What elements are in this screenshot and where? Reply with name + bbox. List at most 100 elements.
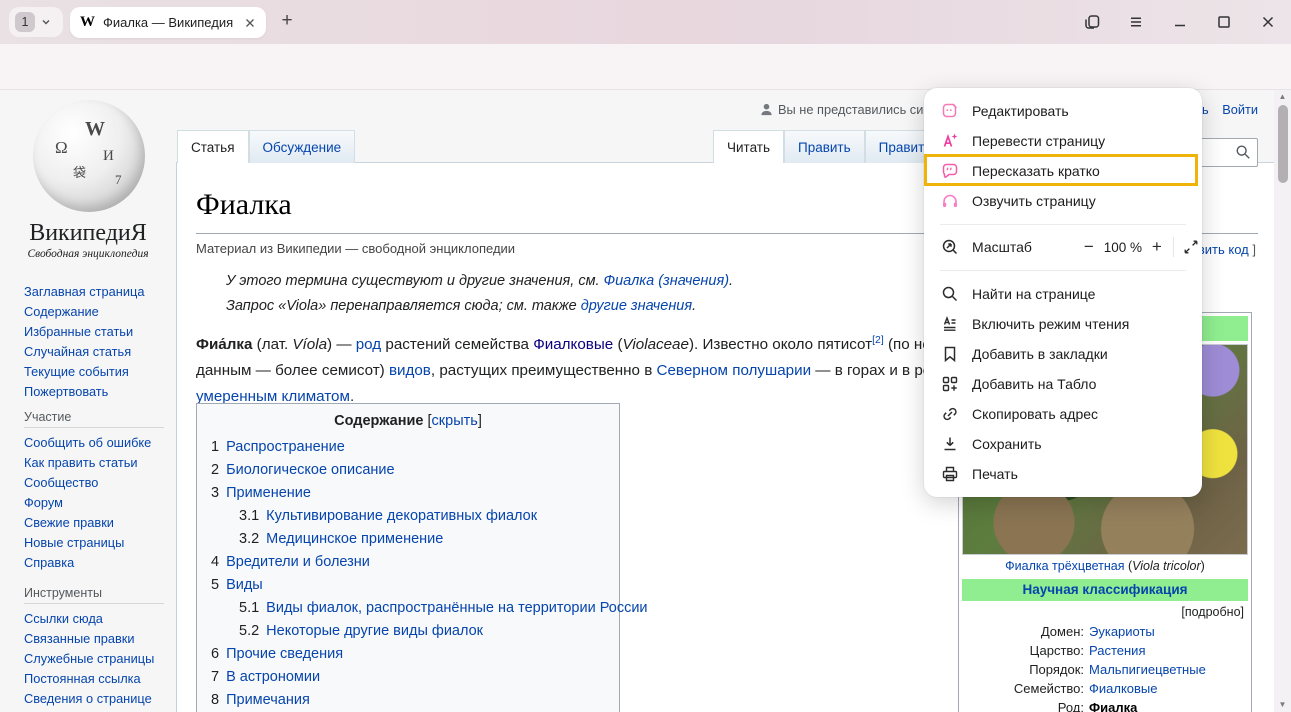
wikipedia-globe-logo[interactable]: W Ω И 袋 7 — [33, 100, 145, 212]
menu-item-reader-mode[interactable]: Включить режим чтения — [924, 309, 1202, 339]
toc-entry[interactable]: 5.1Виды фиалок, распространённые на терр… — [211, 597, 605, 620]
toc-header[interactable]: Содержание [скрыть] — [211, 413, 605, 429]
menu-item-add-bookmark[interactable]: Добавить в закладки — [924, 339, 1202, 369]
wikipedia-tagline: Свободная энциклопедия — [0, 248, 176, 260]
tab-count-badge: 1 — [15, 12, 35, 32]
toc-entry[interactable]: 3.1Культивирование декоративных фиалок — [211, 505, 605, 528]
menu-item-read-aloud[interactable]: Озвучить страницу — [924, 186, 1202, 216]
sidebar-link[interactable]: Новые страницы — [24, 533, 174, 553]
browser-tab[interactable]: W Фиалка — Википедия — [70, 7, 266, 38]
classification-rows: Домен:ЭукариотыЦарство:РастенияПорядок:М… — [962, 622, 1248, 712]
sidebar-link[interactable]: Служебные страницы — [24, 649, 174, 669]
sidebar-link[interactable]: Сообщить об ошибке — [24, 433, 174, 453]
sidebar-link[interactable]: Свежие правки — [24, 513, 174, 533]
reader-mode-icon — [941, 315, 959, 333]
classification-row: Царство:Растения — [962, 641, 1248, 660]
fullscreen-icon[interactable] — [1183, 239, 1199, 255]
tableau-grid-icon — [941, 375, 959, 393]
printer-icon — [941, 465, 959, 483]
toolbar: Я ru.wikipedia.org Фиалка — Википедия пе… — [0, 44, 1291, 90]
edit-page-icon — [941, 102, 959, 120]
toc-entry[interactable]: 2Биологическое описание — [211, 459, 605, 482]
sidebar-link[interactable]: Случайная статья — [24, 342, 174, 362]
new-tab-button[interactable]: + — [276, 11, 298, 33]
scrollbar-thumb[interactable] — [1278, 105, 1288, 183]
sidebar-link[interactable]: Сообщество — [24, 473, 174, 493]
tab-title: Фиалка — Википедия — [103, 15, 236, 30]
toc-entry[interactable]: 1Распространение — [211, 436, 605, 459]
menu-item-print[interactable]: Печать — [924, 459, 1202, 489]
toc-list: 1Распространение2Биологическое описание3… — [211, 436, 605, 712]
tab-article[interactable]: Статья — [177, 130, 249, 163]
toc-entry[interactable]: 5.2Некоторые другие виды фиалок — [211, 620, 605, 643]
minimize-icon[interactable] — [1171, 13, 1189, 31]
tab-close-icon[interactable] — [244, 17, 256, 29]
classification-row: Род:Фиалка — [962, 698, 1248, 712]
toc-entry[interactable]: 7В астрономии — [211, 666, 605, 689]
sidebar-section-tools: Инструменты Ссылки сюдаСвязанные правкиС… — [24, 586, 174, 709]
sidebar-link[interactable]: Справка — [24, 553, 174, 573]
menu-item-save[interactable]: Сохранить — [924, 429, 1202, 459]
toc-entry[interactable]: 3.2Медицинское применение — [211, 528, 605, 551]
hatnote-redirect: Запрос «Viola» перенаправляется сюда; см… — [226, 298, 696, 314]
translate-icon — [941, 132, 959, 150]
user-icon — [760, 103, 773, 116]
menu-item-translate[interactable]: Перевести страницу — [924, 126, 1202, 156]
sidebar-link[interactable]: Постоянная ссылка — [24, 669, 174, 689]
classification-header: Научная классификация — [962, 579, 1248, 601]
toc-entry[interactable]: 6Прочие сведения — [211, 643, 605, 666]
browser-window: 1 W Фиалка — Википедия + Я ru.wikipedia.… — [0, 0, 1291, 712]
close-icon[interactable] — [1259, 13, 1277, 31]
article-subtitle: Материал из Википедии — свободной энцикл… — [196, 241, 515, 256]
zoom-label: Масштаб — [972, 239, 1032, 255]
scroll-up-arrow[interactable]: ▲ — [1274, 90, 1291, 104]
zoom-controls-row: Масштаб − 100 % + — [924, 232, 1202, 262]
sidebar-link[interactable]: Как править статьи — [24, 453, 174, 473]
wikipedia-wordmark[interactable]: ВикипедиЯ — [0, 220, 176, 247]
photo-caption[interactable]: Фиалка трёхцветная (Viola tricolor) — [962, 559, 1248, 573]
sidebar-link[interactable]: Пожертвовать — [24, 382, 174, 402]
browser-menu-icon[interactable] — [1127, 13, 1145, 31]
sidebar-link[interactable]: Содержание — [24, 302, 174, 322]
search-icon — [941, 285, 959, 303]
sidebar-link[interactable]: Избранные статьи — [24, 322, 174, 342]
tab-group-pill[interactable]: 1 — [9, 7, 63, 37]
scrollbar[interactable]: ▲ ▼ — [1274, 90, 1291, 712]
chevron-down-icon — [40, 16, 52, 28]
menu-item-copy-address[interactable]: Скопировать адрес — [924, 399, 1202, 429]
login-link[interactable]: Войти — [1222, 102, 1258, 117]
sidebar-link[interactable]: Сведения о странице — [24, 689, 174, 709]
zoom-out-button[interactable]: − — [1084, 237, 1094, 257]
sidebar-link[interactable]: Ссылки сюда — [24, 609, 174, 629]
sidebar-link[interactable]: Связанные правки — [24, 629, 174, 649]
classification-row: Порядок:Мальпигиецветные — [962, 660, 1248, 679]
scroll-down-arrow[interactable]: ▼ — [1274, 698, 1291, 712]
search-icon[interactable] — [1235, 144, 1251, 160]
menu-item-edit[interactable]: Редактировать — [924, 96, 1202, 126]
sidebar-link[interactable]: Форум — [24, 493, 174, 513]
toc-entry[interactable]: 5Виды — [211, 574, 605, 597]
bookmark-icon — [941, 345, 959, 363]
browser-dropdown-menu: Редактировать Перевести страницу Переска… — [924, 88, 1202, 497]
tab-read[interactable]: Читать — [713, 130, 784, 163]
toc-entry[interactable]: 8Примечания — [211, 689, 605, 712]
sidebar-link[interactable]: Текущие события — [24, 362, 174, 382]
tab-talk[interactable]: Обсуждение — [249, 130, 356, 163]
headphones-icon — [941, 192, 959, 210]
table-of-contents: Содержание [скрыть] 1Распространение2Био… — [196, 403, 620, 712]
toc-entry[interactable]: 4Вредители и болезни — [211, 551, 605, 574]
article-title: Фиалка — [196, 188, 292, 222]
sidebar-link[interactable]: Заглавная страница — [24, 282, 174, 302]
side-panels-icon[interactable] — [1083, 13, 1101, 31]
tab-edit[interactable]: Править — [784, 130, 865, 163]
menu-item-add-to-tableau[interactable]: Добавить на Табло — [924, 369, 1202, 399]
zoom-value: 100 % — [1094, 240, 1152, 255]
maximize-icon[interactable] — [1215, 13, 1233, 31]
tab-bar: 1 W Фиалка — Википедия + — [0, 0, 1291, 44]
menu-item-find-on-page[interactable]: Найти на странице — [924, 279, 1202, 309]
zoom-in-button[interactable]: + — [1152, 237, 1162, 257]
details-link[interactable]: [подробно] — [962, 605, 1244, 619]
toc-entry[interactable]: 3Применение — [211, 482, 605, 505]
zoom-icon — [941, 238, 959, 256]
save-download-icon — [941, 435, 959, 453]
